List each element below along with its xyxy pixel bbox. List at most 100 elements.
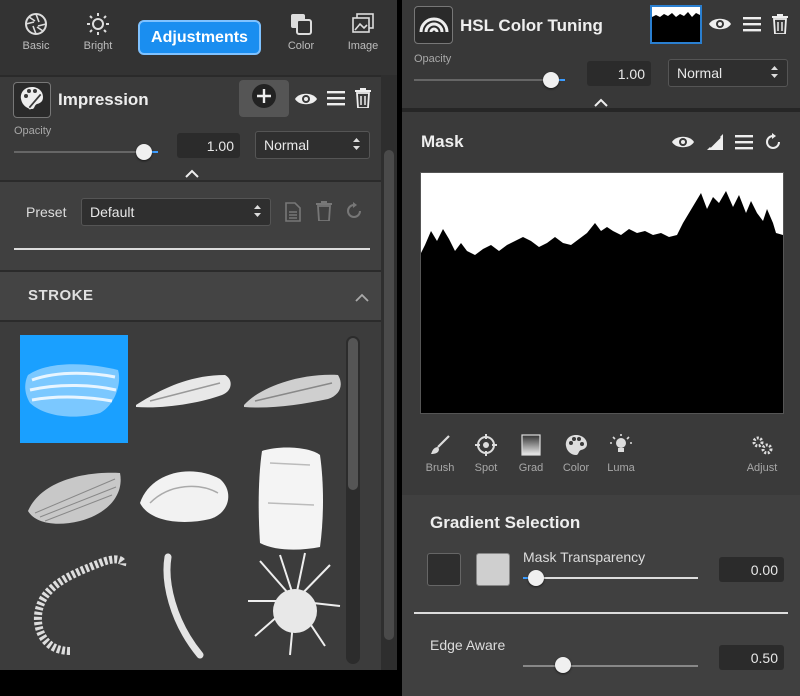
preset-value: Default	[90, 204, 135, 220]
brush-preset-4[interactable]	[20, 443, 128, 551]
tool-color-label: Color	[562, 462, 590, 474]
sun-icon	[68, 12, 128, 36]
opacity-slider-handle[interactable]	[136, 144, 152, 160]
eye-icon[interactable]	[708, 16, 732, 37]
hsl-layer-panel: HSL Color Tuning Opacity 1.00 Normal Mas…	[402, 0, 800, 696]
brush-scrollbar[interactable]	[346, 336, 360, 664]
toolbar-bright-label: Bright	[83, 40, 113, 52]
gradient-icon	[513, 434, 549, 456]
document-icon[interactable]	[285, 202, 301, 227]
tool-grad-label: Grad	[518, 462, 544, 474]
image-icon	[333, 12, 393, 36]
tool-adjust-label: Adjust	[746, 462, 778, 474]
plus-circle-icon	[251, 83, 277, 114]
palette-icon	[558, 434, 594, 456]
gradient-divider	[414, 612, 788, 614]
toolbar-bright[interactable]: Bright	[68, 12, 128, 52]
adjustments-panel: Basic Bright Adjustments Color Image Imp…	[0, 0, 397, 670]
updown-arrow-icon	[253, 204, 262, 221]
preset-trash-icon[interactable]	[316, 201, 332, 226]
opacity-slider-track	[14, 151, 154, 153]
toolbar-basic[interactable]: Basic	[6, 12, 66, 52]
tool-adjust[interactable]: Adjust	[740, 434, 784, 474]
toolbar-color-label: Color	[287, 40, 315, 52]
brush-icon	[422, 434, 458, 456]
brush-preset-9[interactable]	[240, 551, 348, 659]
opacity-label: Opacity	[414, 53, 452, 65]
brush-preset-7[interactable]	[20, 551, 128, 659]
mask-invert-icon[interactable]	[706, 133, 724, 156]
panel-scrollbar[interactable]	[381, 75, 397, 670]
mask-eye-icon[interactable]	[671, 134, 695, 155]
tool-brush[interactable]: Brush	[422, 434, 458, 474]
hsl-layer-title: HSL Color Tuning	[460, 16, 603, 35]
brush-scrollbar-thumb[interactable]	[348, 338, 358, 490]
preset-divider	[14, 248, 370, 250]
tool-luma-label: Luma	[607, 462, 635, 474]
layers-icon	[271, 12, 331, 36]
preset-label: Preset	[26, 204, 67, 220]
mask-menu-icon[interactable]	[735, 133, 753, 156]
palette-brush-icon	[18, 84, 46, 117]
brush-preset-8[interactable]	[130, 551, 238, 659]
mask-transparency-track	[523, 577, 698, 579]
target-icon	[468, 434, 504, 456]
reset-icon[interactable]	[345, 202, 363, 225]
tool-color[interactable]: Color	[558, 434, 594, 474]
gradient-end-swatch[interactable]	[476, 553, 510, 586]
add-layer-button[interactable]	[239, 80, 289, 117]
opacity-value[interactable]: 1.00	[587, 61, 651, 86]
tool-grad[interactable]: Grad	[513, 434, 549, 474]
chevron-up-icon[interactable]	[354, 290, 370, 308]
tool-brush-label: Brush	[425, 462, 455, 474]
updown-arrow-icon	[770, 65, 779, 82]
brush-preset-3[interactable]	[240, 335, 348, 443]
opacity-value[interactable]: 1.00	[177, 133, 240, 158]
mask-thumbnail[interactable]	[650, 5, 702, 44]
adjustments-button[interactable]: Adjustments	[138, 20, 261, 55]
tool-luma[interactable]: Luma	[603, 434, 639, 474]
edge-aware-value[interactable]: 0.50	[719, 645, 784, 670]
trash-icon[interactable]	[355, 88, 371, 113]
menu-icon[interactable]	[327, 89, 345, 112]
stroke-title: STROKE	[28, 287, 94, 304]
tool-spot-label: Spot	[474, 462, 498, 474]
gears-icon	[740, 434, 784, 456]
blend-mode-select[interactable]: Normal	[668, 59, 788, 87]
edge-aware-track	[523, 665, 698, 667]
opacity-slider-track	[414, 79, 562, 81]
opacity-slider-handle[interactable]	[543, 72, 559, 88]
toolbar-basic-label: Basic	[22, 40, 50, 52]
gradient-start-swatch[interactable]	[427, 553, 461, 586]
mask-transparency-handle[interactable]	[528, 570, 544, 586]
gradient-title: Gradient Selection	[430, 513, 581, 532]
edge-aware-label: Edge Aware	[430, 637, 506, 653]
mask-transparency-label: Mask Transparency	[523, 549, 646, 565]
layer-title: Impression	[58, 90, 149, 109]
mask-preview[interactable]	[420, 172, 784, 414]
toolbar-color[interactable]: Color	[271, 12, 331, 52]
brush-preset-5[interactable]	[130, 443, 238, 551]
trash-icon[interactable]	[772, 14, 788, 39]
menu-icon[interactable]	[743, 15, 761, 38]
edge-aware-handle[interactable]	[555, 657, 571, 673]
toolbar-image-label: Image	[347, 40, 379, 52]
blend-mode-select[interactable]: Normal	[255, 131, 370, 159]
mask-title: Mask	[421, 132, 464, 151]
preset-select[interactable]: Default	[81, 198, 271, 226]
blend-mode-value: Normal	[677, 65, 723, 81]
rainbow-arc-icon	[419, 13, 449, 38]
bulb-icon	[603, 434, 639, 456]
tool-spot[interactable]: Spot	[468, 434, 504, 474]
eye-icon[interactable]	[294, 91, 318, 112]
mask-reset-icon[interactable]	[764, 133, 782, 156]
mask-transparency-value[interactable]: 0.00	[719, 557, 784, 582]
brush-preset-2[interactable]	[130, 335, 238, 443]
toolbar-image[interactable]: Image	[333, 12, 393, 52]
brush-preset-1[interactable]	[20, 335, 128, 443]
aperture-icon	[6, 12, 66, 36]
panel-scrollbar-thumb[interactable]	[384, 150, 394, 640]
brush-preset-6[interactable]	[240, 443, 348, 551]
impression-layer-thumb[interactable]	[13, 82, 51, 118]
hsl-layer-thumb[interactable]	[414, 6, 453, 44]
